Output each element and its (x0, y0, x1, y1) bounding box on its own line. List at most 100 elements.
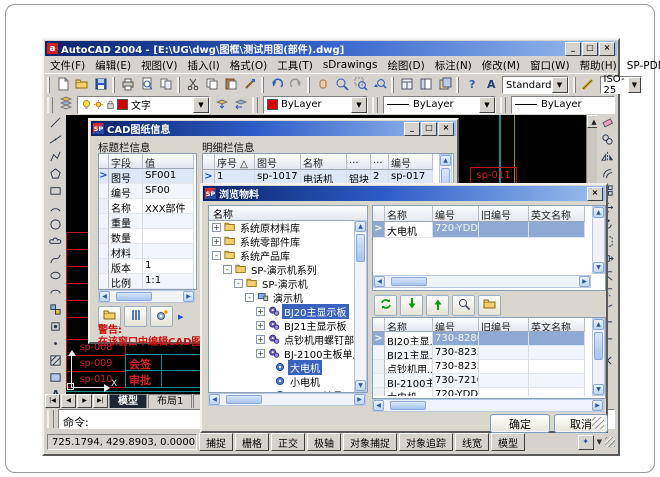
table-row[interactable]: >BJ20主显...730-8280... (373, 332, 591, 346)
table-cell[interactable]: 大电机 (385, 222, 433, 238)
maximize-icon[interactable]: □ (421, 122, 437, 136)
publish-button[interactable] (156, 76, 175, 94)
column-header[interactable]: 编号 (433, 206, 479, 222)
title-grid-hscrollbar[interactable]: ◀▶ (98, 290, 195, 303)
status-toggle-3[interactable]: 正交 (271, 433, 305, 451)
tree-item-8[interactable]: +BJ21主显示板 (209, 318, 354, 332)
close-icon[interactable]: × (599, 42, 615, 56)
expand-icon[interactable]: + (212, 223, 221, 232)
layprev-button[interactable] (231, 96, 250, 114)
table-row[interactable]: >图号SF001 (99, 169, 196, 184)
table-cell[interactable]: 点钞机用... (385, 360, 433, 374)
table-cell[interactable] (143, 244, 194, 259)
tab-last-icon[interactable]: ▶| (93, 394, 108, 408)
close-icon[interactable]: × (587, 187, 603, 201)
expand-icon[interactable]: + (256, 335, 265, 344)
mcopy-button[interactable] (598, 132, 616, 149)
arc-button[interactable] (47, 200, 65, 217)
menu-item-9[interactable]: 标注(N) (430, 57, 477, 74)
collapse-icon[interactable]: - (245, 293, 254, 302)
tree-item-2[interactable]: +系统零部件库 (209, 234, 354, 248)
copy-button[interactable] (202, 76, 221, 94)
status-toggle-7[interactable]: 线宽 (455, 433, 489, 451)
status-toggle-4[interactable]: 极轴 (307, 433, 341, 451)
menu-item-5[interactable]: 格式(O) (225, 57, 272, 74)
open-button[interactable] (72, 76, 91, 94)
revcloud-button[interactable] (47, 234, 65, 251)
menu-item-11[interactable]: 窗口(W) (525, 57, 575, 74)
tree-item-1[interactable]: +系统原材料库 (209, 220, 354, 234)
expand-icon[interactable]: + (256, 307, 265, 316)
pline-button[interactable] (47, 149, 65, 166)
column-header[interactable]: 英文名称 (529, 318, 585, 332)
cut-button[interactable] (183, 76, 202, 94)
table-row[interactable]: 数量 (99, 229, 196, 244)
table-row[interactable]: BJ21主显...730-8233... (373, 346, 591, 360)
status-toggle-2[interactable]: 栅格 (235, 433, 269, 451)
toolbar-grip[interactable] (177, 77, 180, 93)
table-cell[interactable]: 数量 (109, 229, 143, 244)
tree-item-10[interactable]: +BJ-2100主板单点 (209, 346, 354, 360)
point-button[interactable] (47, 336, 65, 353)
column-header[interactable]: ... (347, 154, 371, 170)
toolbar-grip[interactable] (391, 77, 394, 93)
export-button[interactable] (426, 295, 449, 316)
scroll-up-icon[interactable]: ▲ (355, 221, 366, 232)
table-cell[interactable] (479, 332, 529, 346)
selected-hscrollbar[interactable]: ◀▶ (373, 275, 591, 288)
toolbar-grip[interactable] (372, 97, 378, 113)
list-hscrollbar[interactable]: ◀▶ (372, 399, 604, 412)
resize-gripper[interactable] (605, 437, 615, 447)
mirror-button[interactable] (598, 149, 616, 166)
collapse-icon[interactable]: - (223, 265, 232, 274)
table-cell[interactable]: 名称 (109, 199, 143, 214)
tree-hscrollbar[interactable]: ◀▶ (208, 393, 366, 406)
toolbar-grip[interactable] (112, 77, 115, 93)
table-row[interactable]: 名称XXX部件 (99, 199, 196, 214)
table-row[interactable]: 点钞机用...730-8233... (373, 360, 591, 374)
dialog-resize-grip[interactable] (592, 417, 604, 429)
table-cell[interactable] (479, 360, 529, 374)
xline-button[interactable] (47, 132, 65, 149)
status-toggle-8[interactable]: 模型 (491, 433, 525, 451)
collapse-icon[interactable]: - (212, 251, 221, 260)
column-header[interactable]: 旧编号 (479, 318, 529, 332)
material-list-grid[interactable]: 名称编号旧编号英文名称>BJ20主显...730-8280...BJ21主显..… (373, 318, 591, 396)
table-row[interactable]: 比例1:1 (99, 274, 196, 289)
layers-button[interactable] (56, 96, 75, 114)
toolbar-grip[interactable] (307, 77, 310, 93)
minimize-icon[interactable]: _ (565, 42, 581, 56)
toolbar-overflow-icon[interactable]: ▶ (178, 313, 183, 321)
browse-titlebar[interactable]: SP 浏览物料 × (203, 186, 605, 201)
column-header[interactable]: 图号 (255, 154, 301, 170)
props-button[interactable] (397, 76, 416, 94)
table-cell[interactable]: 版本 (109, 259, 143, 274)
addgear-button[interactable] (150, 306, 173, 327)
expand-icon[interactable]: + (256, 349, 265, 358)
toolbar-grip[interactable] (500, 97, 506, 113)
new-button[interactable] (53, 76, 72, 94)
mkblock-button[interactable] (47, 319, 65, 336)
help-button[interactable]: ? (462, 76, 481, 94)
tree-item-4[interactable]: -SP-演示机系列 (209, 262, 354, 276)
table-row[interactable]: BJ-2100主...730-7210... (373, 374, 591, 388)
plot-button[interactable] (118, 76, 137, 94)
selected-material-grid[interactable]: 名称编号旧编号英文名称>大电机720-YDD0... (373, 206, 591, 258)
zoomwin-button[interactable] (351, 76, 370, 94)
column-header[interactable]: 名称 (385, 318, 433, 332)
chevron-down-icon[interactable]: ▼ (479, 97, 495, 113)
hatch-button[interactable] (47, 353, 65, 370)
app-titlebar[interactable]: a AutoCAD 2004 - [E:\UG\dwg\图框\测试用图(部件).… (45, 41, 617, 56)
expand-icon[interactable]: + (212, 237, 221, 246)
expand-icon[interactable]: + (256, 321, 265, 330)
minimize-icon[interactable]: _ (404, 122, 420, 136)
column-header[interactable]: 编号 (389, 154, 433, 170)
openfolder-button[interactable] (478, 295, 501, 316)
table-row[interactable]: 重量 (99, 214, 196, 229)
menu-item-7[interactable]: sDrawings (318, 58, 383, 72)
paste-button[interactable] (221, 76, 240, 94)
erase-button[interactable] (598, 115, 616, 132)
tree-item-12[interactable]: 小电机 (209, 374, 354, 388)
table-cell[interactable]: 比例 (109, 274, 143, 289)
close-icon[interactable]: × (438, 122, 454, 136)
